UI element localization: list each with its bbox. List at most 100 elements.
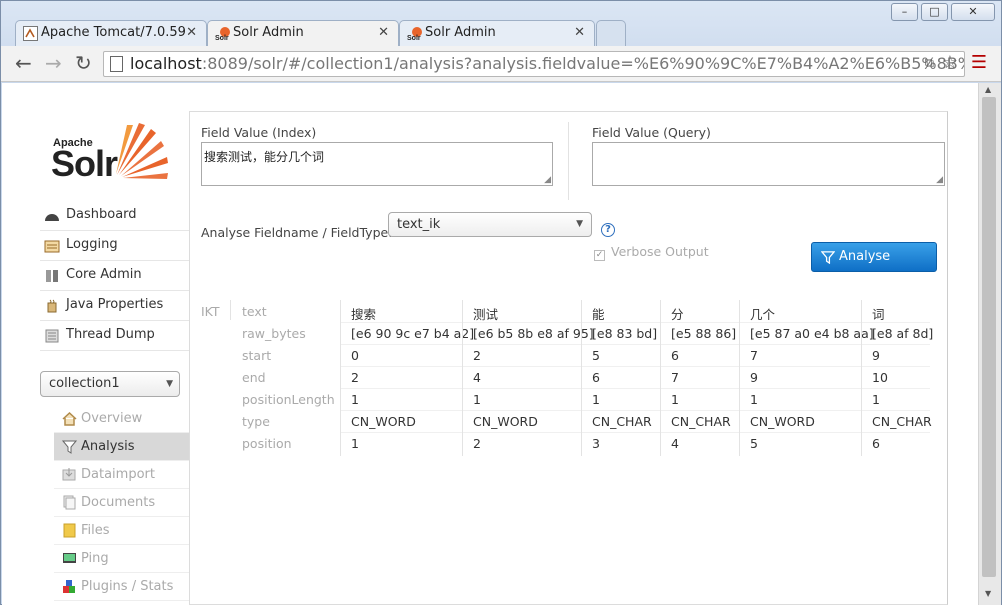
tab-title: Solr Admin [425,25,496,40]
dataimport-icon [62,468,76,481]
row-divider [340,322,930,323]
sidebar-item-thread-dump[interactable]: Thread Dump [40,321,189,351]
row-name-end: end [242,370,266,385]
core-item-label: Plugins / Stats [81,579,174,594]
token-positionLength: 1 [473,392,481,407]
svg-text:Solr: Solr [407,35,421,41]
close-tab-icon[interactable]: ✕ [378,20,389,46]
index-field-input[interactable]: 搜索测试，能分几个词 ◢ [201,142,553,186]
logging-icon [44,240,60,253]
row-divider [340,432,930,433]
back-icon[interactable]: ← [15,53,32,73]
vertical-scrollbar[interactable]: ▲ ▼ [978,83,1001,605]
close-tab-icon[interactable]: ✕ [574,20,585,46]
chevron-down-icon: ▼ [166,379,173,389]
token-position: 3 [592,436,600,451]
token-type: CN_CHAR [592,414,652,429]
core-item-label: Files [81,523,110,538]
help-icon[interactable]: ? [601,223,615,237]
token-end: 9 [750,370,758,385]
scroll-down-icon[interactable]: ▼ [985,589,991,598]
sidebar-item-label: Dashboard [66,207,137,222]
core-item-dataimport[interactable]: Dataimport [54,461,189,489]
token-type: CN_WORD [473,414,538,429]
reload-icon[interactable]: ↻ [75,53,92,73]
core-item-label: Overview [81,411,143,426]
new-tab-button[interactable] [596,20,626,46]
dashboard-icon [45,214,59,221]
maximize-button[interactable]: □ [921,3,948,21]
token-positionLength: 1 [592,392,600,407]
core-item-analysis[interactable]: Analysis [54,433,189,461]
thread-dump-icon [45,329,59,343]
core-item-ping[interactable]: Ping [54,545,189,573]
chevron-down-icon: ▼ [576,219,583,229]
checkbox-check-icon[interactable]: ✓ [594,250,605,261]
window-controls: – □ ✕ [888,3,995,21]
token-end: 10 [872,370,888,385]
core-item-label: Ping [81,551,109,566]
token-position: 6 [872,436,880,451]
funnel-icon [821,251,835,264]
core-item-overview[interactable]: Overview [54,405,189,433]
sidebar-item-java-properties[interactable]: Java Properties [40,291,189,321]
files-icon [63,523,76,538]
forward-icon[interactable]: → [45,53,62,73]
close-window-button[interactable]: ✕ [951,3,995,21]
fieldtype-select[interactable]: text_ik ▼ [388,212,592,237]
core-item-documents[interactable]: Documents [54,489,189,517]
token-text: 测试 [473,307,499,322]
column-divider [861,300,862,456]
translate-icon[interactable]: ⧉ [925,52,934,76]
page-icon [110,56,123,72]
query-field-input[interactable]: ◢ [592,142,945,186]
fieldtype-label: Analyse Fieldname / FieldType: [201,225,393,240]
row-divider [340,410,930,411]
row-name-text: text [242,304,267,319]
core-item-plugins-stats[interactable]: Plugins / Stats [54,573,189,601]
browser-menu-icon[interactable]: ☰ [971,54,987,72]
verbose-output-label: Verbose Output [611,244,709,259]
bookmark-star-icon[interactable]: ☆ [942,52,958,75]
token-start: 7 [750,348,758,363]
sidebar-item-dashboard[interactable]: Dashboard [40,201,189,231]
core-item-label: Analysis [81,439,135,454]
svg-text:Solr: Solr [215,35,229,41]
token-start: 5 [592,348,600,363]
close-tab-icon[interactable]: ✕ [186,20,197,46]
sidebar-item-core-admin[interactable]: Core Admin [40,261,189,291]
token-type: CN_WORD [750,414,815,429]
verbose-output-checkbox[interactable]: ✓ Verbose Output [594,244,709,261]
core-admin-icon [46,270,58,282]
logo-solr-text: Solr [51,143,118,184]
token-text: 几个 [750,307,776,322]
minimize-button[interactable]: – [891,3,918,21]
token-end: 6 [592,370,600,385]
token-raw_bytes: [e6 90 9c e7 b4 a2] [351,326,475,341]
tab-tomcat[interactable]: Apache Tomcat/7.0.59 ✕ [15,20,207,46]
scrollbar-thumb[interactable] [982,97,996,577]
tab-solr-admin[interactable]: Solr Solr Admin ✕ [399,20,595,46]
row-name-positionLength: positionLength [242,392,335,407]
tab-solr-admin-active[interactable]: Solr Solr Admin ✕ [207,20,399,46]
scroll-up-icon[interactable]: ▲ [985,85,991,94]
token-raw_bytes: [e8 83 bd] [592,326,658,341]
url-path: :8089/solr/#/collection1/analysis?analys… [201,54,965,73]
sidebar-item-logging[interactable]: Logging [40,231,189,261]
resize-grip-icon[interactable]: ◢ [936,175,943,185]
analyse-button-label: Analyse Values [839,249,891,292]
resize-grip-icon[interactable]: ◢ [544,175,551,185]
field-divider [568,122,569,200]
core-selector[interactable]: collection1 ▼ [40,371,180,397]
token-text: 能 [592,307,605,322]
token-positionLength: 1 [351,392,359,407]
row-divider [340,344,930,345]
index-field-value: 搜索测试，能分几个词 [204,150,325,164]
analyse-values-button[interactable]: Analyse Values [811,242,937,292]
core-item-files[interactable]: Files [54,517,189,545]
token-raw_bytes: [e5 87 a0 e4 b8 aa] [750,326,874,341]
token-text: 词 [872,307,885,322]
address-bar[interactable]: localhost:8089/solr/#/collection1/analys… [103,51,965,77]
browser-window: – □ ✕ Apache Tomcat/7.0.59 ✕ Solr Solr A… [0,0,1002,605]
ping-icon [63,553,76,563]
